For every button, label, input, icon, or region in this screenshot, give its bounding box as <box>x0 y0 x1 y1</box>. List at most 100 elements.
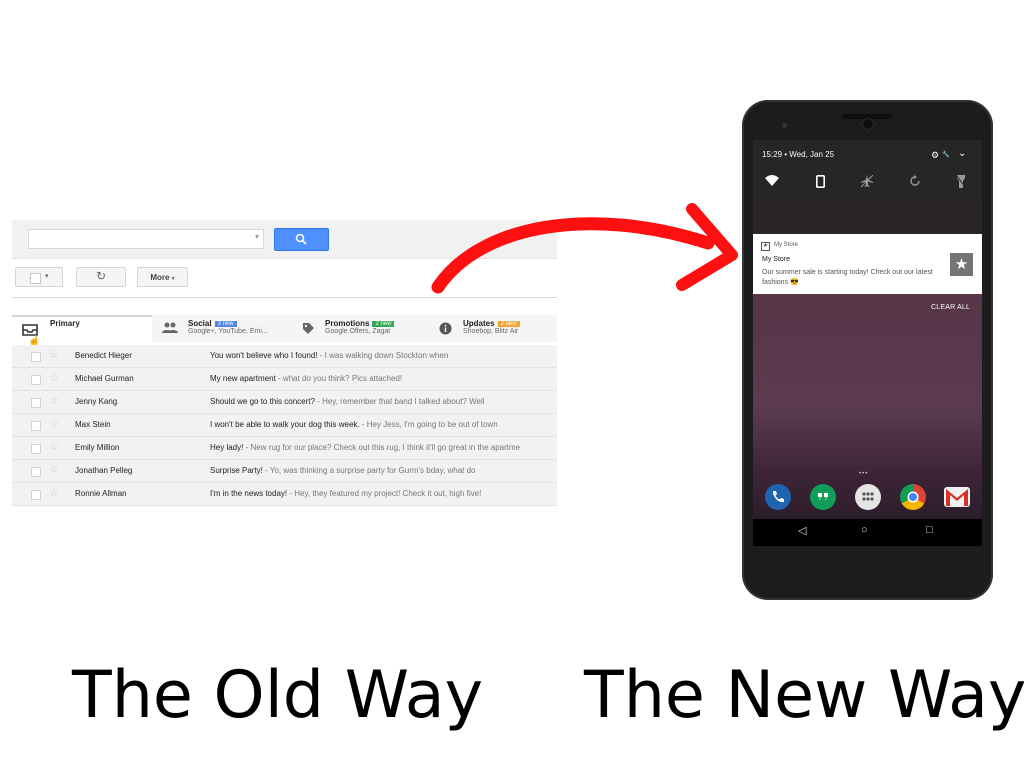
phone-icon[interactable] <box>816 175 825 188</box>
row-checkbox[interactable] <box>31 490 41 500</box>
email-row[interactable]: ☆ Michael Gurman My new apartment - what… <box>12 368 557 391</box>
email-row[interactable]: ☆ Ronnie Allman I'm in the news today! -… <box>12 483 557 506</box>
inbox-icon <box>22 324 38 336</box>
row-checkbox[interactable] <box>31 398 41 408</box>
android-nav-bar: ◁ ○ □ <box>753 519 982 546</box>
search-options-caret[interactable]: ▾ <box>255 232 259 241</box>
email-snippet: - Yo, was thinking a surprise party for … <box>262 466 476 475</box>
star-icon[interactable]: ☆ <box>49 463 59 476</box>
chevron-down-icon: ▾ <box>45 273 49 280</box>
email-snippet: - what do you think? Pics attached! <box>275 374 403 383</box>
email-snippet: - I was walking down Stockton when <box>317 351 449 360</box>
new-count-badge: 2 new <box>372 321 395 327</box>
row-checkbox[interactable] <box>31 421 41 431</box>
quick-settings-panel: 15:29 • Wed, Jan 25 ⚙ 🔧 ⌄ <box>753 140 982 200</box>
back-icon[interactable]: ◁ <box>798 524 806 537</box>
row-checkbox[interactable] <box>31 444 41 454</box>
more-button[interactable]: More ▾ <box>137 267 188 287</box>
row-checkbox[interactable] <box>31 467 41 477</box>
email-subject: You won't believe who I found! <box>210 351 318 360</box>
select-all-button[interactable]: ▾ <box>15 267 63 287</box>
info-icon <box>439 322 452 335</box>
phone-screen: 15:29 • Wed, Jan 25 ⚙ 🔧 ⌄ ★ My Store My … <box>753 140 982 546</box>
quote-bubble-icon <box>818 493 828 501</box>
tab-social[interactable]: Social 3 new Google+, YouTube, Emi... <box>152 315 292 342</box>
email-row[interactable]: ☆ Emily Million Hey lady! - New rug for … <box>12 437 557 460</box>
email-snippet: - New rug for our place? Check out this … <box>243 443 521 452</box>
red-arrow-icon <box>431 203 738 294</box>
tab-label: Social 3 new <box>188 319 237 328</box>
email-snippet: - Hey, remember that band I talked about… <box>314 397 485 406</box>
select-checkbox[interactable] <box>30 273 41 284</box>
page-indicator-dots: ••• <box>859 471 869 477</box>
people-icon <box>162 322 178 333</box>
flashlight-icon[interactable] <box>957 175 965 188</box>
row-checkbox[interactable] <box>31 375 41 385</box>
notification-title: My Store <box>762 256 791 263</box>
star-icon[interactable]: ☆ <box>49 417 59 430</box>
star-icon[interactable]: ☆ <box>49 371 59 384</box>
store-app-icon: ★ <box>761 242 770 251</box>
tab-primary[interactable]: Primary ☝ <box>12 315 152 347</box>
row-checkbox[interactable] <box>31 352 41 362</box>
chevron-down-icon: ▾ <box>171 276 175 282</box>
wrench-icon: 🔧 <box>942 152 950 158</box>
star-icon[interactable]: ☆ <box>49 348 59 361</box>
email-row[interactable]: ☆ Max Stein I won't be able to walk your… <box>12 414 557 437</box>
airplane-icon[interactable] <box>861 175 873 187</box>
gmail-app-icon[interactable] <box>944 487 970 507</box>
more-label: More <box>150 273 170 282</box>
app-drawer-icon[interactable] <box>855 484 881 510</box>
tab-label: Promotions 2 new <box>325 319 395 328</box>
new-count-badge: 3 new <box>214 321 237 327</box>
star-icon[interactable]: ☆ <box>49 394 59 407</box>
tag-icon <box>303 323 314 334</box>
clear-all-button[interactable]: CLEAR ALL <box>931 304 970 311</box>
tab-label: Updates 2 new <box>463 319 520 328</box>
tab-label: Primary <box>50 319 80 328</box>
email-row[interactable]: ☆ Jenny Kang Should we go to this concer… <box>12 391 557 414</box>
push-notification-card[interactable]: ★ My Store My Store Our summer sale is s… <box>753 234 982 294</box>
star-icon: ★ <box>950 253 973 276</box>
chrome-app-icon[interactable] <box>900 484 926 510</box>
star-icon[interactable]: ☆ <box>49 486 59 499</box>
email-sender: Emily Million <box>75 443 120 452</box>
tab-sublabel: Google Offers, Zagat <box>325 328 391 335</box>
wifi-icon[interactable] <box>765 175 779 186</box>
front-camera <box>862 118 874 130</box>
search-input[interactable]: ▾ <box>28 229 264 249</box>
email-subject: Surprise Party! <box>210 466 263 475</box>
tab-promotions[interactable]: Promotions 2 new Google Offers, Zagat <box>292 315 429 342</box>
grid-dots-icon <box>862 492 874 501</box>
proximity-sensor <box>782 123 787 128</box>
rotate-icon[interactable] <box>909 175 921 187</box>
chrome-center-icon <box>907 491 919 503</box>
email-subject: I'm in the news today! <box>210 489 288 498</box>
search-button[interactable] <box>274 228 329 251</box>
email-subject: I won't be able to walk your dog this we… <box>210 420 360 429</box>
settings-gear-icon[interactable]: ⚙ <box>931 150 939 161</box>
star-icon[interactable]: ☆ <box>49 440 59 453</box>
email-sender: Benedict Hieger <box>75 351 132 360</box>
email-subject: My new apartment <box>210 374 276 383</box>
email-row[interactable]: ☆ Benedict Hieger You won't believe who … <box>12 345 557 368</box>
email-subject: Should we go to this concert? <box>210 397 315 406</box>
recents-icon[interactable]: □ <box>926 524 933 536</box>
home-icon[interactable]: ○ <box>861 524 868 536</box>
refresh-button[interactable]: ↻ <box>76 267 126 287</box>
email-sender: Ronnie Allman <box>75 489 127 498</box>
notification-app-name: My Store <box>774 242 799 248</box>
divider <box>12 297 557 298</box>
tab-sublabel: Google+, YouTube, Emi... <box>188 328 268 335</box>
chevron-down-icon[interactable]: ⌄ <box>958 148 966 159</box>
email-row[interactable]: ☆ Jonathan Pelleg Surprise Party! - Yo, … <box>12 460 557 483</box>
email-sender: Jenny Kang <box>75 397 118 406</box>
search-icon <box>295 233 307 245</box>
email-sender: Michael Gurman <box>75 374 134 383</box>
new-count-badge: 2 new <box>497 321 520 327</box>
notification-body: Our summer sale is starting today! Check… <box>762 269 933 286</box>
tab-updates[interactable]: Updates 2 new Shoebop, Blitz Air <box>429 315 557 342</box>
email-sender: Jonathan Pelleg <box>75 466 133 475</box>
hangouts-app-icon[interactable] <box>810 484 836 510</box>
phone-app-icon[interactable] <box>765 484 791 510</box>
